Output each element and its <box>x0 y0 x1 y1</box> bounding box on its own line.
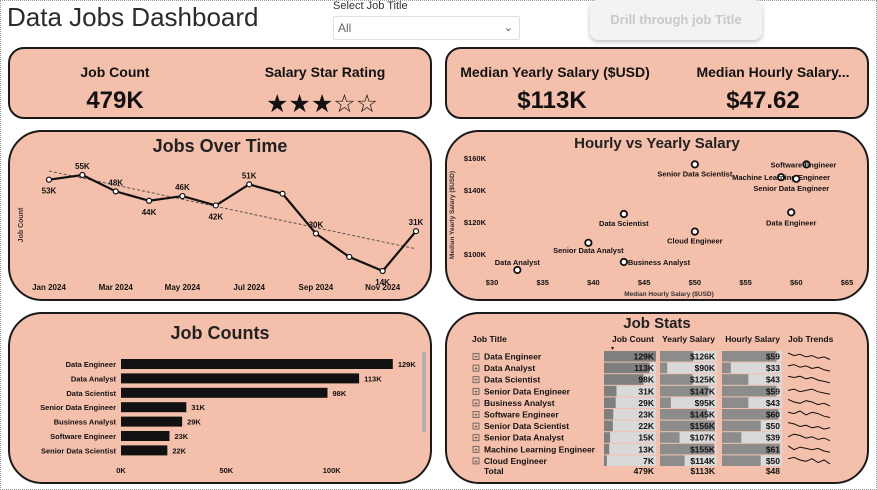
row-job-title: Software Engineer <box>484 410 559 420</box>
column-header: Job Trends <box>788 334 834 344</box>
row-hourly-salary: $33 <box>766 363 780 373</box>
trend-sparkline <box>787 433 831 442</box>
trend-sparkline <box>787 410 831 418</box>
row-hourly-salary: $59 <box>766 386 780 396</box>
row-yearly-salary: $90K <box>695 363 716 373</box>
row-hourly-salary: $50 <box>766 421 780 431</box>
column-header: Job Count <box>612 334 654 344</box>
trend-sparkline <box>787 364 831 372</box>
row-yearly-salary: $126K <box>690 352 716 362</box>
row-job-title: Cloud Engineer <box>484 456 548 466</box>
row-job-count: 23K <box>638 410 654 420</box>
row-job-title: Senior Data Analyst <box>484 433 564 443</box>
yearly-bar <box>660 455 685 466</box>
column-header: Yearly Salary <box>662 334 715 344</box>
count-bar <box>604 455 607 466</box>
row-yearly-salary: $95K <box>695 398 716 408</box>
row-job-count: 98K <box>638 375 654 385</box>
total-yearly-salary: $113K <box>690 466 715 476</box>
row-hourly-salary: $61 <box>766 444 780 454</box>
row-job-count: 129K <box>634 352 655 362</box>
trend-sparkline <box>787 422 831 430</box>
row-job-count: 13K <box>638 444 654 454</box>
count-bar <box>604 397 616 408</box>
row-job-title: Senior Data Scientist <box>484 421 569 431</box>
count-bar <box>604 385 617 397</box>
total-hourly-salary: $48 <box>766 466 780 476</box>
expand-plus-icon: + <box>474 400 478 407</box>
expand-plus-icon: + <box>474 435 478 442</box>
row-hourly-salary: $43 <box>766 375 780 385</box>
hourly-bar <box>722 374 749 385</box>
row-job-count: 113K <box>634 363 655 373</box>
job-stats-table: Job Title Job Count Yearly Salary Hourly Sa… <box>472 334 834 476</box>
row-hourly-salary: $50 <box>766 456 780 466</box>
row-job-count: 7K <box>643 456 655 466</box>
expand-plus-icon: + <box>474 424 478 431</box>
trend-sparkline <box>787 398 831 407</box>
trend-sparkline <box>787 456 831 465</box>
row-yearly-salary: $145K <box>690 410 716 420</box>
row-job-title: Data Scientist <box>484 375 540 385</box>
row-job-title: Data Analyst <box>484 363 535 373</box>
count-bar <box>604 409 614 420</box>
expand-plus-icon: + <box>474 389 478 396</box>
count-bar <box>604 443 610 455</box>
count-bar <box>604 432 611 443</box>
row-hourly-salary: $39 <box>766 433 780 443</box>
trend-sparkline <box>787 352 831 360</box>
hourly-bar <box>722 397 749 408</box>
total-label: Total <box>484 466 504 476</box>
expand-plus-icon: + <box>474 377 478 384</box>
row-job-count: 15K <box>638 433 654 443</box>
yearly-bar <box>660 362 668 374</box>
trend-sparkline <box>787 375 831 384</box>
row-job-title: Senior Data Engineer <box>484 386 571 396</box>
hourly-bar <box>722 420 761 432</box>
row-yearly-salary: $125K <box>690 375 716 385</box>
expand-plus-icon: + <box>474 458 478 465</box>
row-job-count: 31K <box>638 386 654 396</box>
trend-sparkline <box>787 388 831 395</box>
yearly-bar <box>660 397 671 408</box>
row-job-count: 29K <box>638 398 654 408</box>
expand-plus-icon: + <box>474 447 478 454</box>
row-job-title: Data Engineer <box>484 352 542 362</box>
row-yearly-salary: $114K <box>690 456 715 466</box>
row-job-title: Business Analyst <box>484 398 555 408</box>
expand-plus-icon: + <box>474 354 478 361</box>
yearly-bar <box>660 374 693 385</box>
row-yearly-salary: $156K <box>690 421 716 431</box>
total-job-count: 479K <box>634 466 655 476</box>
count-bar <box>604 420 613 432</box>
row-yearly-salary: $147K <box>690 386 716 396</box>
expand-plus-icon: + <box>474 366 478 373</box>
column-header: Hourly Salary <box>725 334 780 344</box>
column-header: Job Title <box>472 334 507 344</box>
hourly-bar <box>722 362 731 374</box>
row-hourly-salary: $43 <box>766 398 780 408</box>
row-job-title: Machine Learning Engineer <box>484 444 596 454</box>
hourly-bar <box>722 432 742 443</box>
expand-plus-icon: + <box>474 412 478 419</box>
yearly-bar <box>660 432 680 443</box>
trend-sparkline <box>787 445 831 453</box>
row-yearly-salary: $107K <box>690 433 716 443</box>
hourly-bar <box>722 455 761 466</box>
row-yearly-salary: $155K <box>690 444 716 454</box>
yearly-bar <box>660 351 694 362</box>
row-job-count: 22K <box>638 421 654 431</box>
row-hourly-salary: $59 <box>766 352 780 362</box>
row-hourly-salary: $60 <box>766 410 780 420</box>
